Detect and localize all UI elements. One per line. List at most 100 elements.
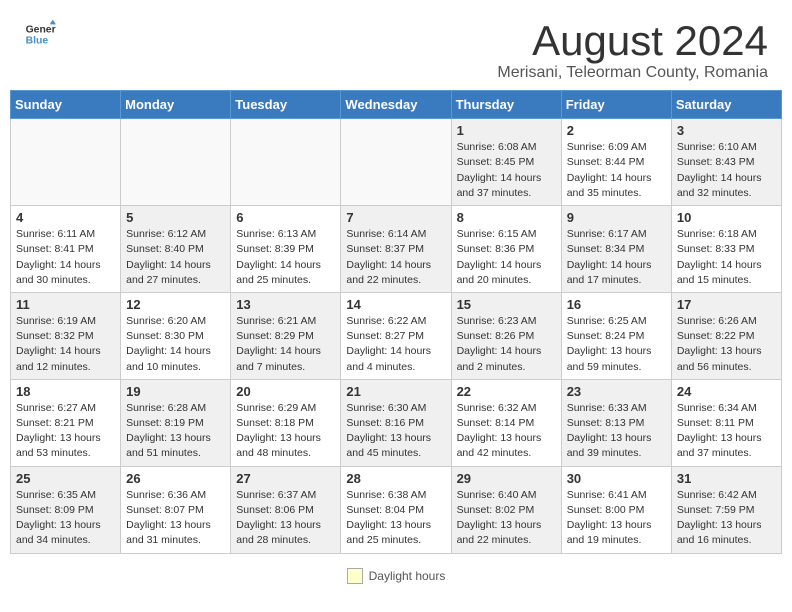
day-info: Sunrise: 6:13 AM Sunset: 8:39 PM Dayligh… <box>236 227 335 288</box>
day-info: Sunrise: 6:37 AM Sunset: 8:06 PM Dayligh… <box>236 488 335 549</box>
day-number: 12 <box>126 297 225 312</box>
calendar-header-monday: Monday <box>121 91 231 119</box>
calendar-header-friday: Friday <box>561 91 671 119</box>
day-number: 4 <box>16 210 115 225</box>
calendar-cell: 18 Sunrise: 6:27 AM Sunset: 8:21 PM Dayli… <box>11 379 121 466</box>
calendar-cell: 28 Sunrise: 6:38 AM Sunset: 8:04 PM Dayli… <box>341 466 451 553</box>
logo: General Blue <box>24 18 56 50</box>
calendar-cell <box>121 119 231 206</box>
calendar-cell: 3 Sunrise: 6:10 AM Sunset: 8:43 PM Daylig… <box>671 119 781 206</box>
day-number: 26 <box>126 471 225 486</box>
calendar-cell: 26Sunrise: 6:36 AM Sunset: 8:07 PM Dayli… <box>121 466 231 553</box>
day-number: 25 <box>16 471 115 486</box>
daylight-label: Daylight hours <box>369 569 446 583</box>
day-number: 17 <box>677 297 776 312</box>
day-info: Sunrise: 6:35 AM Sunset: 8:09 PM Dayligh… <box>16 488 115 549</box>
calendar-cell: 2 Sunrise: 6:09 AM Sunset: 8:44 PM Daylig… <box>561 119 671 206</box>
day-info: Sunrise: 6:21 AM Sunset: 8:29 PM Dayligh… <box>236 314 335 375</box>
month-title: August 2024 <box>497 18 768 64</box>
calendar-cell: 27Sunrise: 6:37 AM Sunset: 8:06 PM Dayli… <box>231 466 341 553</box>
day-info: Sunrise: 6:28 AM Sunset: 8:19 PM Dayligh… <box>126 401 225 462</box>
day-number: 30 <box>567 471 666 486</box>
calendar-header-sunday: Sunday <box>11 91 121 119</box>
day-info: Sunrise: 6:08 AM Sunset: 8:45 PM Dayligh… <box>457 140 556 201</box>
day-info: Sunrise: 6:38 AM Sunset: 8:04 PM Dayligh… <box>346 488 445 549</box>
day-number: 11 <box>16 297 115 312</box>
day-info: Sunrise: 6:26 AM Sunset: 8:22 PM Dayligh… <box>677 314 776 375</box>
day-number: 10 <box>677 210 776 225</box>
calendar-header-wednesday: Wednesday <box>341 91 451 119</box>
day-number: 28 <box>346 471 445 486</box>
daylight-legend: Daylight hours <box>347 568 446 584</box>
calendar-cell: 17 Sunrise: 6:26 AM Sunset: 8:22 PM Dayli… <box>671 292 781 379</box>
calendar-cell: 4 Sunrise: 6:11 AM Sunset: 8:41 PM Daylig… <box>11 206 121 293</box>
day-number: 5 <box>126 210 225 225</box>
location-title: Merisani, Teleorman County, Romania <box>497 64 768 82</box>
day-number: 1 <box>457 123 556 138</box>
calendar-cell: 22 Sunrise: 6:32 AM Sunset: 8:14 PM Dayli… <box>451 379 561 466</box>
day-number: 21 <box>346 384 445 399</box>
calendar-header-thursday: Thursday <box>451 91 561 119</box>
day-number: 22 <box>457 384 556 399</box>
calendar-cell <box>341 119 451 206</box>
day-info: Sunrise: 6:22 AM Sunset: 8:27 PM Dayligh… <box>346 314 445 375</box>
calendar-header-row: SundayMondayTuesdayWednesdayThursdayFrid… <box>11 91 782 119</box>
calendar-week-5: 25 Sunrise: 6:35 AM Sunset: 8:09 PM Dayli… <box>11 466 782 553</box>
day-info: Sunrise: 6:12 AM Sunset: 8:40 PM Dayligh… <box>126 227 225 288</box>
calendar-cell: 15Sunrise: 6:23 AM Sunset: 8:26 PM Dayli… <box>451 292 561 379</box>
title-block: August 2024 Merisani, Teleorman County, … <box>497 18 768 82</box>
calendar-cell: 7Sunrise: 6:14 AM Sunset: 8:37 PM Daylig… <box>341 206 451 293</box>
calendar-cell: 29Sunrise: 6:40 AM Sunset: 8:02 PM Dayli… <box>451 466 561 553</box>
logo-icon: General Blue <box>24 18 56 50</box>
calendar-week-2: 4 Sunrise: 6:11 AM Sunset: 8:41 PM Daylig… <box>11 206 782 293</box>
calendar-body: 1 Sunrise: 6:08 AM Sunset: 8:45 PM Daylig… <box>11 119 782 553</box>
svg-text:Blue: Blue <box>26 36 49 47</box>
daylight-legend-box <box>347 568 363 584</box>
calendar-header-tuesday: Tuesday <box>231 91 341 119</box>
day-info: Sunrise: 6:27 AM Sunset: 8:21 PM Dayligh… <box>16 401 115 462</box>
day-number: 18 <box>16 384 115 399</box>
day-info: Sunrise: 6:32 AM Sunset: 8:14 PM Dayligh… <box>457 401 556 462</box>
calendar-cell <box>11 119 121 206</box>
day-number: 2 <box>567 123 666 138</box>
calendar-cell: 11 Sunrise: 6:19 AM Sunset: 8:32 PM Dayli… <box>11 292 121 379</box>
day-number: 20 <box>236 384 335 399</box>
calendar-header-saturday: Saturday <box>671 91 781 119</box>
day-number: 23 <box>567 384 666 399</box>
day-info: Sunrise: 6:18 AM Sunset: 8:33 PM Dayligh… <box>677 227 776 288</box>
calendar-cell: 23Sunrise: 6:33 AM Sunset: 8:13 PM Dayli… <box>561 379 671 466</box>
calendar-cell: 30Sunrise: 6:41 AM Sunset: 8:00 PM Dayli… <box>561 466 671 553</box>
calendar-cell: 14 Sunrise: 6:22 AM Sunset: 8:27 PM Dayli… <box>341 292 451 379</box>
day-number: 9 <box>567 210 666 225</box>
day-info: Sunrise: 6:11 AM Sunset: 8:41 PM Dayligh… <box>16 227 115 288</box>
day-info: Sunrise: 6:19 AM Sunset: 8:32 PM Dayligh… <box>16 314 115 375</box>
day-info: Sunrise: 6:42 AM Sunset: 7:59 PM Dayligh… <box>677 488 776 549</box>
calendar-cell: 1 Sunrise: 6:08 AM Sunset: 8:45 PM Daylig… <box>451 119 561 206</box>
calendar-week-4: 18 Sunrise: 6:27 AM Sunset: 8:21 PM Dayli… <box>11 379 782 466</box>
day-info: Sunrise: 6:23 AM Sunset: 8:26 PM Dayligh… <box>457 314 556 375</box>
day-number: 31 <box>677 471 776 486</box>
day-number: 14 <box>346 297 445 312</box>
day-info: Sunrise: 6:10 AM Sunset: 8:43 PM Dayligh… <box>677 140 776 201</box>
calendar-cell: 19Sunrise: 6:28 AM Sunset: 8:19 PM Dayli… <box>121 379 231 466</box>
day-number: 29 <box>457 471 556 486</box>
day-info: Sunrise: 6:17 AM Sunset: 8:34 PM Dayligh… <box>567 227 666 288</box>
day-info: Sunrise: 6:20 AM Sunset: 8:30 PM Dayligh… <box>126 314 225 375</box>
calendar-cell: 31 Sunrise: 6:42 AM Sunset: 7:59 PM Dayli… <box>671 466 781 553</box>
calendar-cell: 24Sunrise: 6:34 AM Sunset: 8:11 PM Dayli… <box>671 379 781 466</box>
calendar-week-3: 11 Sunrise: 6:19 AM Sunset: 8:32 PM Dayli… <box>11 292 782 379</box>
calendar-cell: 12 Sunrise: 6:20 AM Sunset: 8:30 PM Dayli… <box>121 292 231 379</box>
day-number: 6 <box>236 210 335 225</box>
day-number: 8 <box>457 210 556 225</box>
day-info: Sunrise: 6:25 AM Sunset: 8:24 PM Dayligh… <box>567 314 666 375</box>
day-info: Sunrise: 6:29 AM Sunset: 8:18 PM Dayligh… <box>236 401 335 462</box>
svg-text:General: General <box>26 24 56 35</box>
calendar-week-1: 1 Sunrise: 6:08 AM Sunset: 8:45 PM Daylig… <box>11 119 782 206</box>
day-info: Sunrise: 6:09 AM Sunset: 8:44 PM Dayligh… <box>567 140 666 201</box>
calendar-footer: Daylight hours <box>0 564 792 592</box>
day-number: 3 <box>677 123 776 138</box>
calendar-cell: 21Sunrise: 6:30 AM Sunset: 8:16 PM Dayli… <box>341 379 451 466</box>
calendar-cell: 13Sunrise: 6:21 AM Sunset: 8:29 PM Dayli… <box>231 292 341 379</box>
calendar-table: SundayMondayTuesdayWednesdayThursdayFrid… <box>10 90 782 553</box>
calendar-cell: 6 Sunrise: 6:13 AM Sunset: 8:39 PM Daylig… <box>231 206 341 293</box>
